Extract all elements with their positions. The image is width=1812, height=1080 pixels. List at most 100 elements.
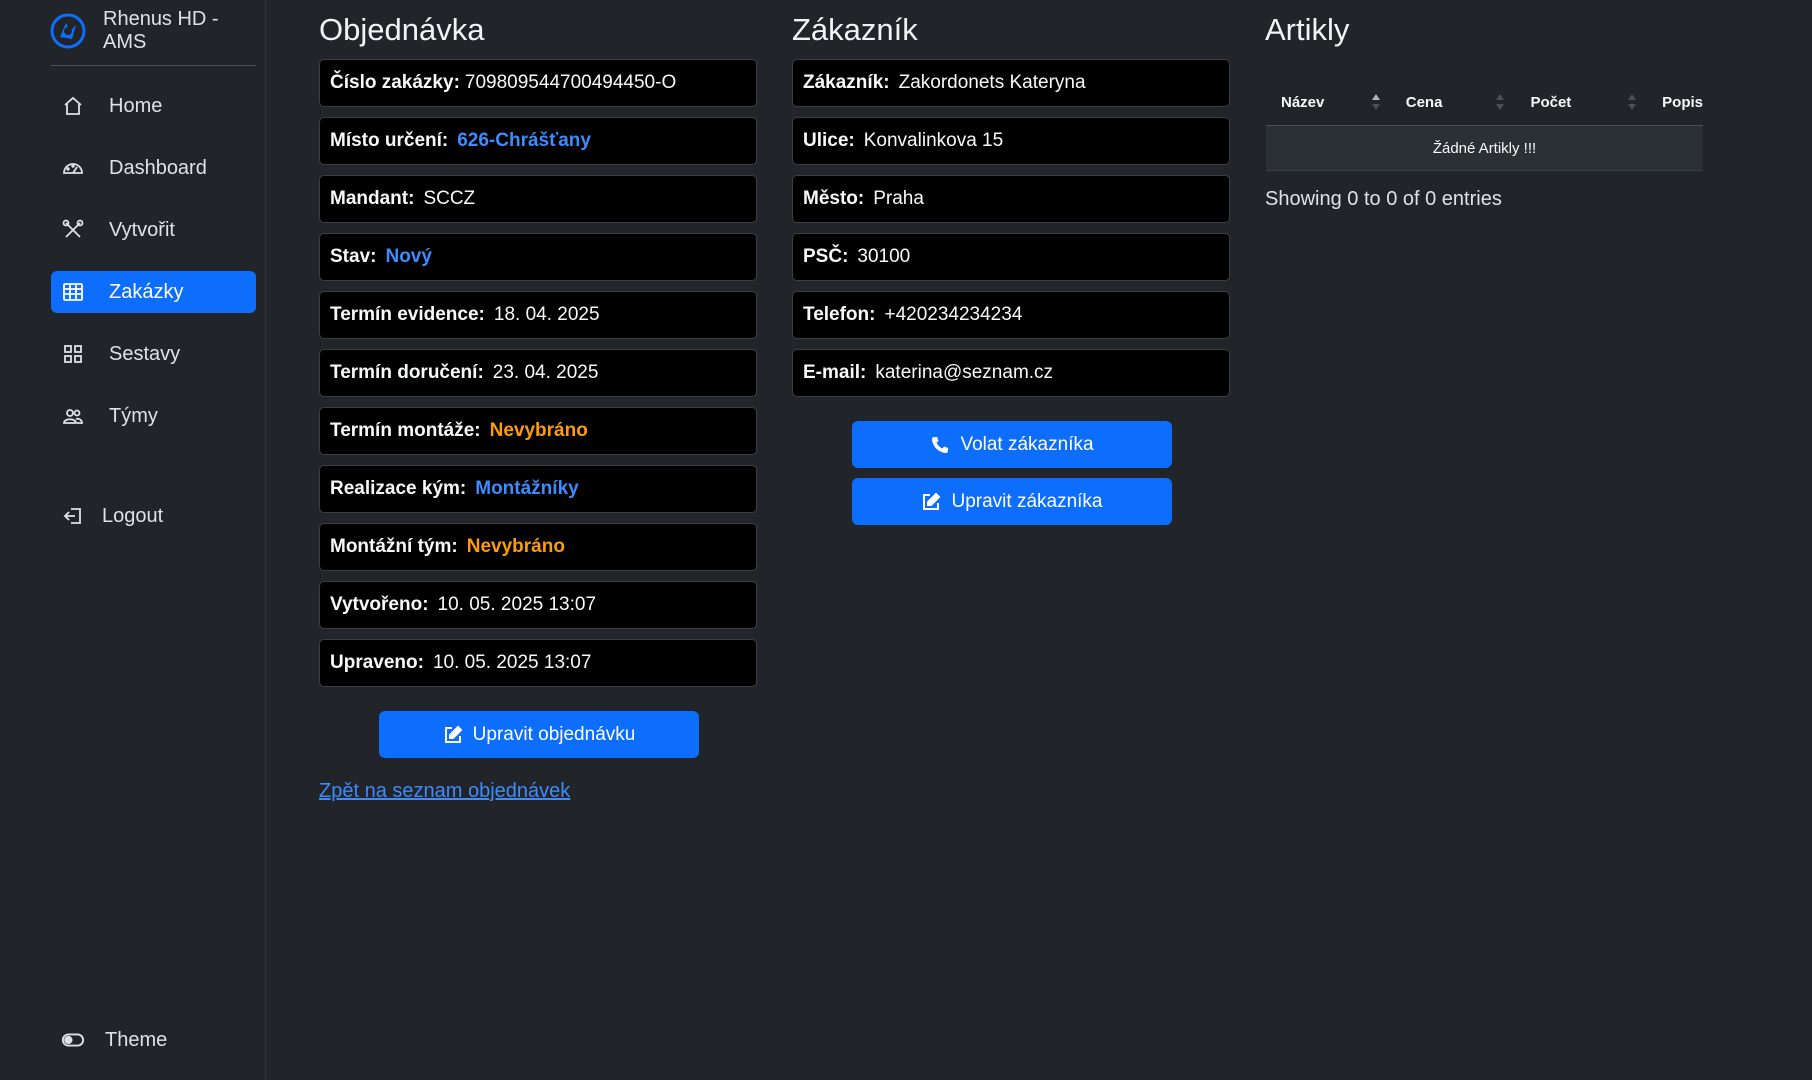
field-label: Termín montáže: xyxy=(330,420,481,441)
brand-name: Rhenus HD - AMS xyxy=(103,8,219,53)
column-header-label: Popis xyxy=(1662,94,1703,111)
sidebar-item-label: Týmy xyxy=(109,404,158,427)
field-label: Ulice: xyxy=(803,130,855,151)
order-field-upraveno: Upraveno: 10. 05. 2025 13:07 xyxy=(319,639,757,687)
sidebar: Rhenus HD - AMS Home Dashboard Vytvořit xyxy=(0,0,266,1080)
articles-title: Artikly xyxy=(1265,12,1350,47)
edit-customer-button[interactable]: Upravit zákazníka xyxy=(852,478,1172,525)
column-header-pocet[interactable]: Počet xyxy=(1515,80,1648,126)
sidebar-item-home[interactable]: Home xyxy=(51,85,256,127)
theme-toggle[interactable]: Theme xyxy=(61,1028,167,1052)
order-field-misto-urceni: Místo určení: 626-Chrášťany xyxy=(319,117,757,165)
sort-icon xyxy=(1627,92,1637,112)
sidebar-item-tymy[interactable]: Týmy xyxy=(51,395,256,437)
sort-icon xyxy=(1495,92,1505,112)
home-icon xyxy=(61,94,85,118)
table-row: Žádné Artikly !!! xyxy=(1266,125,1703,171)
column-header-cena[interactable]: Cena xyxy=(1390,80,1516,126)
field-value: Praha xyxy=(873,188,924,209)
sidebar-item-zakazky[interactable]: Zakázky xyxy=(51,271,256,313)
field-value: Montážníky xyxy=(475,478,579,499)
field-value: katerina@seznam.cz xyxy=(875,362,1054,383)
back-to-orders-link[interactable]: Zpět na seznam objednávek xyxy=(319,780,570,803)
order-field-termin-montaze: Termín montáže: Nevybráno xyxy=(319,407,757,455)
field-label: Termín doručení: xyxy=(330,362,484,383)
field-value: Nevybráno xyxy=(489,420,588,441)
field-value: Nevybráno xyxy=(466,536,565,557)
sidebar-item-vytvorit[interactable]: Vytvořit xyxy=(51,209,256,251)
field-value: 626-Chrášťany xyxy=(457,130,591,151)
articles-table: Název Cena Počet Popis Žádné Artikly !!! xyxy=(1266,80,1703,171)
sidebar-item-dashboard[interactable]: Dashboard xyxy=(51,147,256,189)
speedometer-icon xyxy=(61,156,85,180)
field-label: Vytvořeno: xyxy=(330,594,429,615)
pencil-square-icon xyxy=(443,725,463,745)
logout-label: Logout xyxy=(102,504,164,527)
customer-field-psc: PSČ: 30100 xyxy=(792,233,1230,281)
sidebar-item-label: Home xyxy=(109,94,163,117)
order-field-cislo-zakazky: Číslo zakázky: 709809544700494450-O xyxy=(319,59,757,107)
table-icon xyxy=(61,280,85,304)
field-value: 10. 05. 2025 13:07 xyxy=(437,594,597,615)
sort-asc-icon xyxy=(1371,92,1381,112)
field-value: 30100 xyxy=(857,246,911,267)
field-label: Termín evidence: xyxy=(330,304,485,325)
customer-field-ulice: Ulice: Konvalinkova 15 xyxy=(792,117,1230,165)
phone-icon xyxy=(930,435,950,455)
field-label: Montážní tým: xyxy=(330,536,458,557)
field-label: PSČ: xyxy=(803,246,849,267)
call-customer-button[interactable]: Volat zákazníka xyxy=(852,421,1172,468)
theme-label: Theme xyxy=(105,1028,168,1051)
order-field-termin-doruceni: Termín doručení: 23. 04. 2025 xyxy=(319,349,757,397)
people-icon xyxy=(61,404,85,428)
order-field-montazni-tym: Montážní tým: Nevybráno xyxy=(319,523,757,571)
table-info: Showing 0 to 0 of 0 entries xyxy=(1265,188,1502,210)
sidebar-item-sestavy[interactable]: Sestavy xyxy=(51,333,256,375)
customer-field-mesto: Město: Praha xyxy=(792,175,1230,223)
field-label: Město: xyxy=(803,188,865,209)
sidebar-divider xyxy=(51,65,256,66)
brand[interactable]: Rhenus HD - AMS xyxy=(50,8,265,53)
field-value: Zakordonets Kateryna xyxy=(898,72,1086,93)
order-field-stav: Stav: Nový xyxy=(319,233,757,281)
field-value: 709809544700494450-O xyxy=(464,72,677,93)
customer-field-telefon: Telefon: +420234234234 xyxy=(792,291,1230,339)
sidebar-item-label: Zakázky xyxy=(109,280,184,303)
field-value: 23. 04. 2025 xyxy=(492,362,599,383)
sidebar-nav: Home Dashboard Vytvořit Zakázky Sestavy xyxy=(51,85,256,457)
customer-title: Zákazník xyxy=(792,12,918,47)
customer-field-zakaznik: Zákazník: Zakordonets Kateryna xyxy=(792,59,1230,107)
status-value: Nový xyxy=(385,246,432,267)
field-label: Realizace kým: xyxy=(330,478,467,499)
field-label: Zákazník: xyxy=(803,72,890,93)
pencil-square-icon xyxy=(921,492,941,512)
field-value: 18. 04. 2025 xyxy=(493,304,600,325)
logout-icon xyxy=(61,504,85,528)
order-field-vytvoreno: Vytvořeno: 10. 05. 2025 13:07 xyxy=(319,581,757,629)
field-label: E-mail: xyxy=(803,362,867,383)
field-label: Číslo zakázky: xyxy=(330,72,460,93)
brand-logo-icon xyxy=(50,13,86,49)
sidebar-item-label: Vytvořit xyxy=(109,218,175,241)
call-customer-label: Volat zákazníka xyxy=(960,433,1094,455)
column-header-label: Název xyxy=(1281,94,1325,111)
sidebar-item-label: Sestavy xyxy=(109,342,181,365)
customer-field-email: E-mail: katerina@seznam.cz xyxy=(792,349,1230,397)
column-header-nazev[interactable]: Název xyxy=(1266,80,1391,126)
empty-table-message: Žádné Artikly !!! xyxy=(1266,125,1703,171)
sidebar-item-label: Dashboard xyxy=(109,156,207,179)
grid-icon xyxy=(61,342,85,366)
edit-order-button[interactable]: Upravit objednávku xyxy=(379,711,699,758)
field-label: Stav: xyxy=(330,246,377,267)
field-label: Telefon: xyxy=(803,304,876,325)
column-header-popis: Popis xyxy=(1647,80,1703,126)
edit-order-label: Upravit objednávku xyxy=(472,723,636,745)
logout-button[interactable]: Logout xyxy=(61,504,163,528)
column-header-label: Cena xyxy=(1405,94,1443,111)
field-value: SCCZ xyxy=(423,188,476,209)
field-label: Upraveno: xyxy=(330,652,424,673)
order-field-realizace-kym: Realizace kým: Montážníky xyxy=(319,465,757,513)
order-title: Objednávka xyxy=(319,12,485,47)
order-field-termin-evidence: Termín evidence: 18. 04. 2025 xyxy=(319,291,757,339)
field-value: +420234234234 xyxy=(884,304,1023,325)
